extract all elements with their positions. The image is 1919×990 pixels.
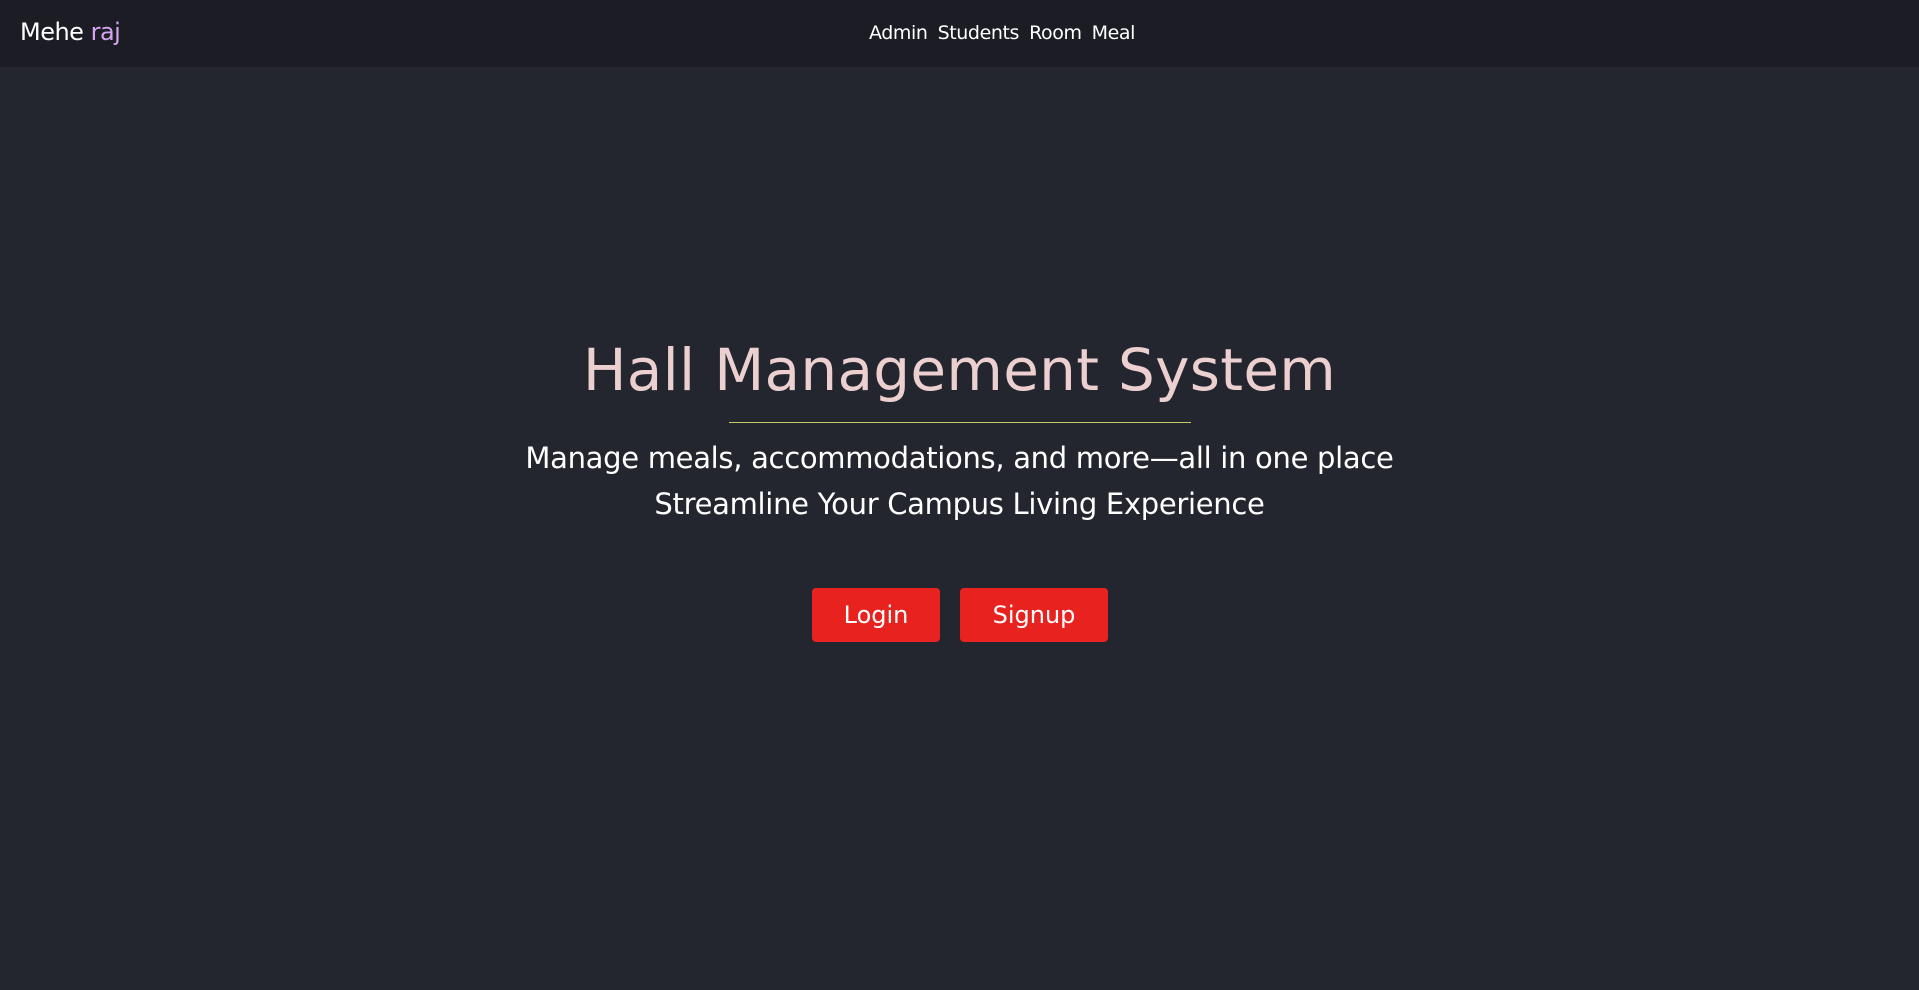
nav-link-students[interactable]: Students <box>938 20 1020 46</box>
auth-buttons: Login Signup <box>812 588 1108 642</box>
nav-link-room[interactable]: Room <box>1029 20 1082 46</box>
subtitle-line-1: Manage meals, accommodations, and more—a… <box>525 441 1394 475</box>
subtitle-line-2: Streamline Your Campus Living Experience <box>654 487 1265 521</box>
login-button[interactable]: Login <box>812 588 940 642</box>
nav-link-admin[interactable]: Admin <box>869 20 928 46</box>
page-title: Hall Management System <box>582 336 1337 404</box>
brand-second: raj <box>90 18 121 46</box>
signup-button[interactable]: Signup <box>960 588 1108 642</box>
brand-logo[interactable]: Mehe raj <box>20 17 121 47</box>
top-navbar: Mehe raj Admin Students Room Meal <box>0 0 1919 67</box>
hero-subtitle: Manage meals, accommodations, and more—a… <box>0 435 1919 527</box>
hero-section: Hall Management System Manage meals, acc… <box>0 330 1919 527</box>
nav-links: Admin Students Room Meal <box>869 20 1145 46</box>
title-divider <box>728 422 1191 423</box>
brand-first: Mehe <box>20 18 84 46</box>
nav-link-meal[interactable]: Meal <box>1092 20 1136 46</box>
